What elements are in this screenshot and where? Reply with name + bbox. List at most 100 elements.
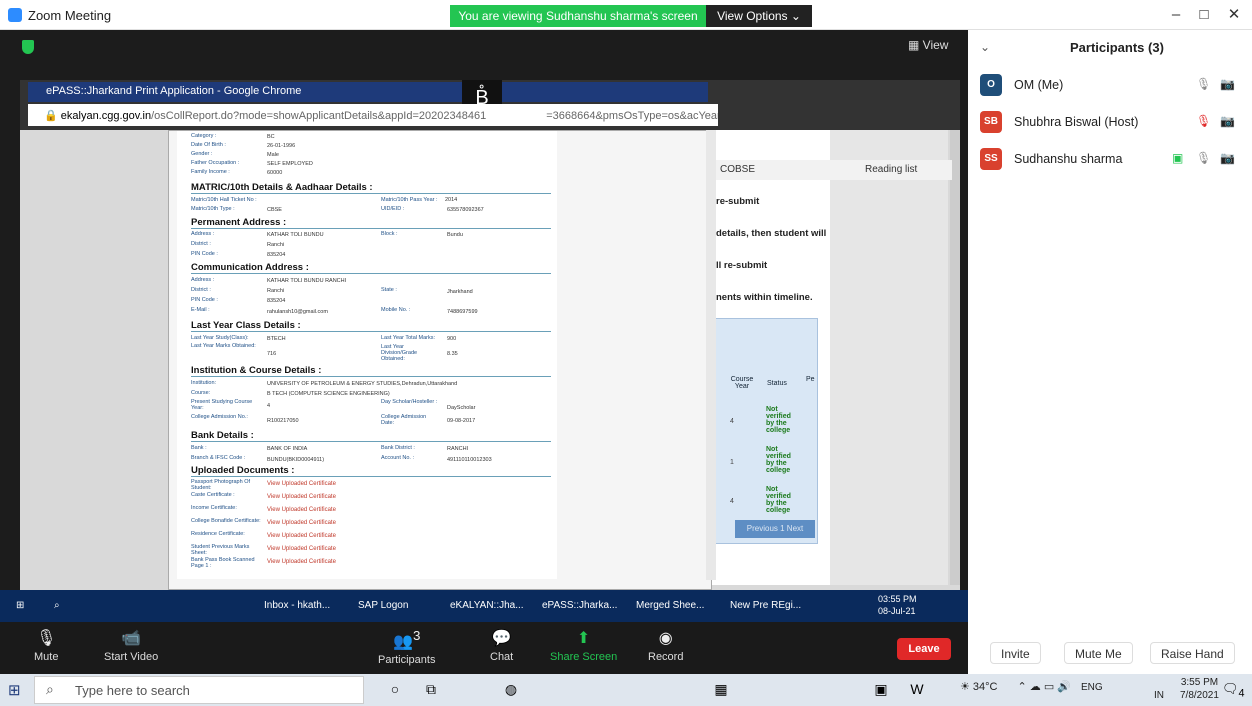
avatar: O — [980, 74, 1002, 96]
col-course-year: Course Year — [730, 376, 754, 390]
mute-button[interactable]: 🎙 Mute — [34, 628, 58, 663]
notifications-icon[interactable]: 🗨4 — [1222, 681, 1245, 700]
section-permanent-address: Permanent Address : — [191, 217, 551, 229]
admission-date-label: College Admission Date: — [381, 414, 427, 426]
matric-hall-label: Matric/10th Hall Ticket No : — [191, 197, 257, 203]
view-certificate-link[interactable]: View Uploaded Certificate — [267, 520, 336, 526]
ifsc-value: BUNDU(BKID0004911) — [267, 457, 325, 463]
participant-count: 3 — [412, 628, 421, 643]
leave-button[interactable]: Leave — [897, 638, 951, 660]
taskbar-search-input[interactable]: Type here to search — [34, 676, 364, 704]
bookmarks-bar: COBSE Reading list — [712, 160, 952, 180]
remote-clock: 03:55 PM 08-Jul-21 — [878, 593, 917, 617]
url-tail: =3668664&pmsOsType=os&acYear... — [546, 110, 718, 122]
view-certificate-link[interactable]: View Uploaded Certificate — [267, 546, 336, 552]
excel-icon[interactable]: ▦ — [710, 681, 732, 699]
url-host: ekalyan.cgg.gov.in — [60, 110, 152, 122]
mic-icon: 🎙 — [36, 630, 57, 647]
participant-row[interactable]: O OM (Me) 🎙 📷 — [980, 74, 1244, 96]
comm-state-value: Jharkhand — [447, 289, 473, 295]
uid-value: 635578092367 — [447, 207, 484, 213]
view-button[interactable]: ▦ View — [908, 38, 948, 52]
language[interactable]: ENG — [1081, 682, 1103, 693]
document-scrollbar[interactable] — [706, 130, 716, 580]
dayscholar-value: DayScholar — [447, 405, 476, 411]
record-button[interactable]: ◉ Record — [648, 628, 683, 663]
start-video-button[interactable]: 📹 Start Video — [104, 628, 158, 663]
close-button[interactable]: ✕ — [1218, 4, 1250, 26]
viewing-banner: You are viewing Sudhanshu sharma's scree… — [450, 5, 706, 27]
bg-text-2: details, then student will — [716, 228, 827, 239]
address-bar[interactable]: 🔒 ekalyan.cgg.gov.in/osCollReport.do?mod… — [28, 104, 718, 126]
mute-me-button[interactable]: Mute Me — [1064, 642, 1133, 664]
collapse-chevron-icon[interactable]: ⌄ — [980, 40, 990, 54]
participant-row[interactable]: SS Sudhanshu sharma ▣ 🎙 📷 — [980, 148, 1244, 170]
page-scrollbar[interactable] — [950, 130, 960, 585]
view-certificate-link[interactable]: View Uploaded Certificate — [267, 481, 336, 487]
document-page: Category : BC Date Of Birth : 26-01-1996 Gen… — [177, 131, 557, 579]
matric-year-value: 2014 — [445, 197, 458, 203]
course-year-value: 4 — [267, 403, 271, 409]
dayscholar-label: Day Scholar/Hosteller : — [381, 399, 438, 405]
personal-value: 26-01-1996 — [267, 143, 296, 149]
remote-task-merged[interactable]: Merged Shee... — [636, 596, 704, 616]
view-certificate-link[interactable]: View Uploaded Certificate — [267, 507, 336, 513]
remote-task-sap[interactable]: SAP Logon — [358, 596, 408, 616]
comm-state-label: State : — [381, 287, 397, 293]
share-label: Share Screen — [550, 651, 618, 663]
lock-icon: 🔒 — [44, 110, 61, 122]
chat-button[interactable]: 💬 Chat — [490, 628, 513, 663]
reading-list-button[interactable]: Reading list — [865, 164, 917, 175]
windows-start-icon[interactable]: ⊞ — [8, 681, 21, 699]
task-view-icon[interactable]: ⧉ — [420, 681, 442, 699]
last-total-value: 900 — [447, 336, 457, 342]
view-certificate-link[interactable]: View Uploaded Certificate — [267, 494, 336, 500]
view-certificate-link[interactable]: View Uploaded Certificate — [267, 559, 336, 565]
ifsc-label: Branch & IFSC Code : — [191, 455, 246, 461]
system-clock[interactable]: 3:55 PM 7/8/2021 — [1180, 676, 1219, 702]
remote-task-epass[interactable]: ePASS::Jharka... — [542, 596, 617, 616]
security-shield-icon[interactable] — [22, 40, 34, 54]
year-cell-2: 1 — [730, 459, 734, 466]
tray-icons[interactable]: ⌃ ☁ ▭ 🔊 — [1018, 681, 1071, 693]
last-marks-value: 716 — [267, 351, 277, 357]
temperature: 34°C — [972, 681, 998, 693]
account-value: 491110110012303 — [447, 457, 492, 463]
upload-label: Caste Certificate : — [191, 492, 235, 498]
participant-name: Shubhra Biswal (Host) — [1014, 115, 1139, 129]
remote-task-inbox[interactable]: Inbox - hkath... — [264, 596, 330, 616]
year-cell-1: 4 — [730, 418, 734, 425]
remote-start-icon[interactable]: ⊞ — [16, 596, 24, 616]
remote-task-newpre[interactable]: New Pre REgi... — [730, 596, 801, 616]
raise-hand-button[interactable]: Raise Hand — [1150, 642, 1235, 664]
table-pager[interactable]: Previous 1 Next — [735, 520, 815, 538]
comm-email-value: rahulansh10@gmail.com — [267, 309, 328, 315]
view-certificate-link[interactable]: View Uploaded Certificate — [267, 533, 336, 539]
share-icon: ⬆ — [576, 630, 591, 647]
maximize-button[interactable]: □ — [1188, 4, 1220, 26]
view-options-button[interactable]: View Options ⌄ — [706, 5, 812, 27]
bg-text-3: ll re-submit — [716, 260, 768, 271]
comm-district-value: Ranchi — [267, 288, 285, 294]
cortana-icon[interactable]: ○ — [384, 681, 406, 699]
share-screen-button[interactable]: ⬆ Share Screen — [550, 628, 617, 663]
matric-type-label: Matric/10th Type : — [191, 206, 235, 212]
participant-row[interactable]: SB Shubhra Biswal (Host) 🎙 📷 — [980, 111, 1244, 133]
video-off-icon: 📷 — [1220, 77, 1235, 91]
bg-text-1: re-submit — [716, 196, 760, 207]
remote-task-ekalyan[interactable]: eKALYAN::Jha... — [450, 596, 524, 616]
word-icon[interactable]: W — [906, 681, 928, 699]
section-institution: Institution & Course Details : — [191, 365, 551, 377]
personal-label: Family Income : — [191, 169, 230, 175]
remote-search-icon[interactable]: ⌕ — [54, 596, 60, 616]
zoom-app-icon[interactable]: ▣ — [870, 681, 892, 699]
bookmark-cobse[interactable]: COBSE — [720, 164, 755, 175]
browser-tab[interactable]: ePASS::Jharkand Print Application - Goog… — [28, 82, 708, 102]
chrome-icon[interactable]: ◍ — [500, 681, 522, 699]
upload-label: Income Certificate: — [191, 505, 237, 511]
comm-mobile-label: Mobile No. : — [381, 307, 411, 313]
invite-button[interactable]: Invite — [990, 642, 1041, 664]
course-value: B TECH (COMPUTER SCIENCE ENGINEERING) — [267, 391, 390, 397]
perm-block-label: Block : — [381, 231, 398, 237]
participants-button[interactable]: 👥3 Participants — [378, 628, 435, 666]
